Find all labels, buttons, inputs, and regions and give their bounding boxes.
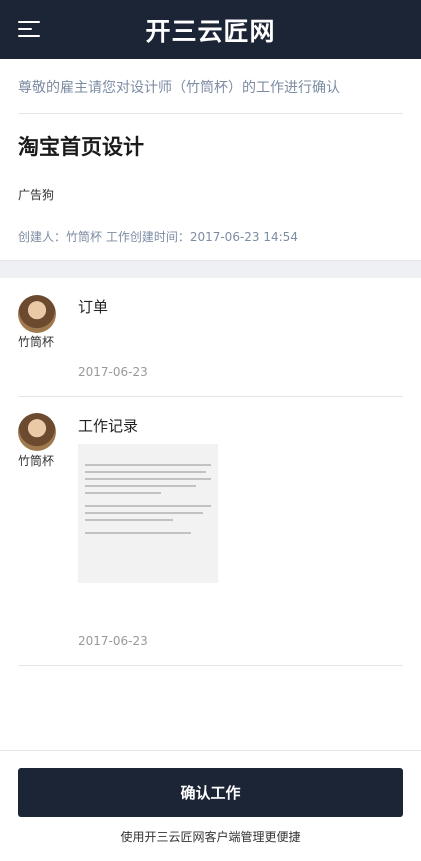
avatar — [18, 295, 56, 333]
app-promo-text: 使用开三云匠网客户端管理更便捷 — [120, 830, 301, 844]
avatar — [18, 413, 56, 451]
confirm-work-button[interactable]: 确认工作 — [18, 768, 403, 817]
attachment-thumbnail[interactable] — [78, 444, 218, 583]
entry-title: 工作记录 — [78, 417, 139, 435]
top-bar: 开三云匠网 — [0, 0, 421, 59]
entry-date: 2017-06-23 — [78, 634, 148, 648]
task-title: 淘宝首页设计 — [18, 135, 144, 159]
divider — [18, 113, 403, 114]
entry-date: 2017-06-23 — [78, 365, 148, 379]
section-divider-band — [0, 260, 421, 278]
intro-text: 尊敬的雇主请您对设计师（竹筒杯）的工作进行确认 — [18, 80, 340, 96]
entry-author: 竹筒杯 — [18, 454, 55, 468]
entry-author: 竹筒杯 — [18, 335, 55, 349]
task-meta: 创建人：竹筒杯 工作创建时间：2017-06-23 14:54 — [18, 230, 298, 244]
divider — [18, 665, 403, 666]
client-name: 广告狗 — [18, 188, 55, 202]
footer-divider — [0, 750, 421, 751]
entry-title: 订单 — [78, 298, 109, 316]
brand-title: 开三云匠网 — [145, 17, 276, 46]
divider — [18, 396, 403, 397]
